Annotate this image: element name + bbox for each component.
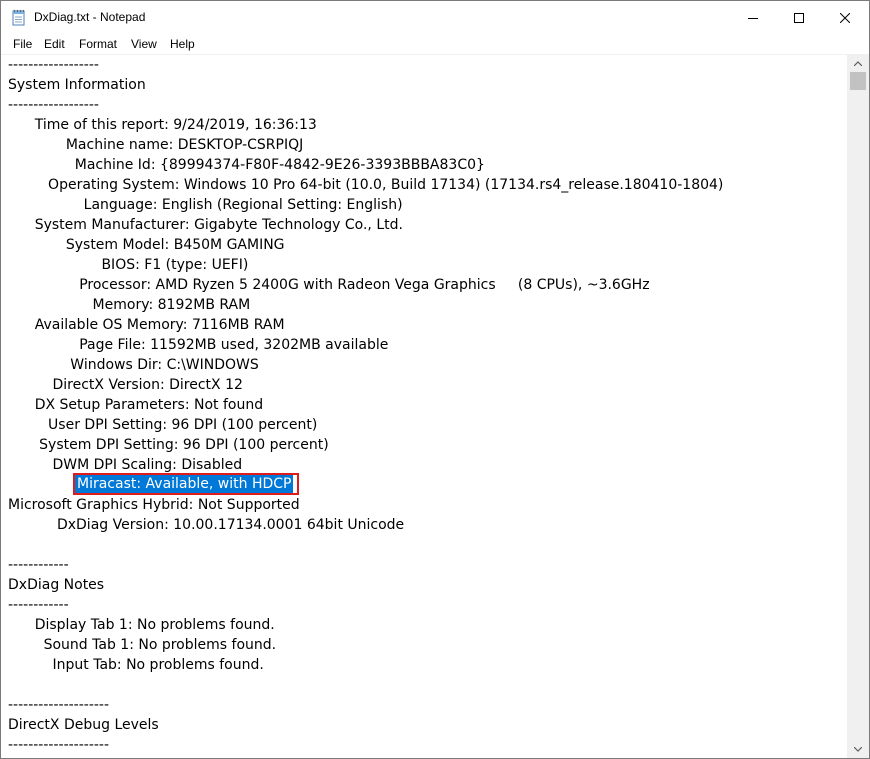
scroll-up-button[interactable] (847, 55, 869, 72)
text-line: Machine name: DESKTOP-CSRPIQJ (8, 137, 304, 153)
text-editor-area[interactable]: ------------------ System Information --… (1, 55, 847, 758)
text-line: ------------------ (8, 57, 99, 73)
menu-edit[interactable]: Edit (44, 37, 65, 51)
notepad-icon[interactable] (11, 9, 27, 26)
text-line: Input Tab: No problems found. (8, 657, 264, 673)
text-line: DxDiag Version: 10.00.17134.0001 64bit U… (8, 517, 405, 533)
text-line: -------------------- (8, 737, 110, 753)
text-line: Display Tab 1: No problems found. (8, 617, 275, 633)
menu-view[interactable]: View (131, 37, 157, 51)
text-line: BIOS: F1 (type: UEFI) (8, 257, 249, 273)
text-line: Available OS Memory: 7116MB RAM (8, 317, 285, 333)
scrollbar-thumb[interactable] (850, 72, 866, 90)
text-line: Page File: 11592MB used, 3202MB availabl… (8, 337, 389, 353)
text-line: DWM DPI Scaling: Disabled (8, 457, 243, 473)
title-bar[interactable]: DxDiag.txt - Notepad (1, 1, 869, 35)
text-line: ------------------ (8, 97, 99, 113)
maximize-button[interactable] (776, 1, 822, 35)
vertical-scrollbar[interactable] (847, 55, 869, 758)
window-title: DxDiag.txt - Notepad (34, 10, 146, 24)
minimize-button[interactable] (730, 1, 776, 35)
minimize-icon (748, 18, 758, 19)
text-line: Sound Tab 1: No problems found. (8, 637, 277, 653)
text-line: DirectX Debug Levels (8, 717, 159, 733)
scroll-up-arrow-icon (854, 61, 862, 66)
menu-file[interactable]: File (13, 37, 32, 51)
text-line: System DPI Setting: 96 DPI (100 percent) (8, 437, 329, 453)
text-line: System Model: B450M GAMING (8, 237, 285, 253)
text-line: Machine Id: {89994374-F80F-4842-9E26-339… (8, 157, 485, 173)
scroll-down-arrow-icon (854, 747, 862, 752)
text-line: ------------ (8, 557, 69, 573)
notepad-window: DxDiag.txt - Notepad File Edit Format Vi… (0, 0, 870, 759)
text-line: Microsoft Graphics Hybrid: Not Supported (8, 497, 300, 513)
text-line: DxDiag Notes (8, 577, 105, 593)
text-line: Operating System: Windows 10 Pro 64-bit … (8, 177, 724, 193)
text-line: DirectX Version: DirectX 12 (8, 377, 243, 393)
text-line: Time of this report: 9/24/2019, 16:36:13 (8, 117, 317, 133)
text-line: System Manufacturer: Gigabyte Technology… (8, 217, 403, 233)
text-line: System Information (8, 77, 146, 93)
menu-help[interactable]: Help (170, 37, 195, 51)
maximize-icon (794, 13, 804, 23)
text-line: User DPI Setting: 96 DPI (100 percent) (8, 417, 318, 433)
text-line: -------------------- (8, 697, 110, 713)
close-button[interactable] (822, 1, 868, 35)
text-line: ------------ (8, 597, 69, 613)
menu-bar: File Edit Format View Help (1, 35, 869, 55)
close-icon (840, 13, 850, 23)
text-line: Windows Dir: C:\WINDOWS (8, 357, 259, 373)
menu-format[interactable]: Format (79, 37, 117, 51)
annotation-highlight-box (73, 473, 299, 495)
scroll-down-button[interactable] (847, 741, 869, 758)
text-line: Processor: AMD Ryzen 5 2400G with Radeon… (8, 277, 650, 293)
text-line: DX Setup Parameters: Not found (8, 397, 264, 413)
text-line: Language: English (Regional Setting: Eng… (8, 197, 403, 213)
text-line: Memory: 8192MB RAM (8, 297, 251, 313)
